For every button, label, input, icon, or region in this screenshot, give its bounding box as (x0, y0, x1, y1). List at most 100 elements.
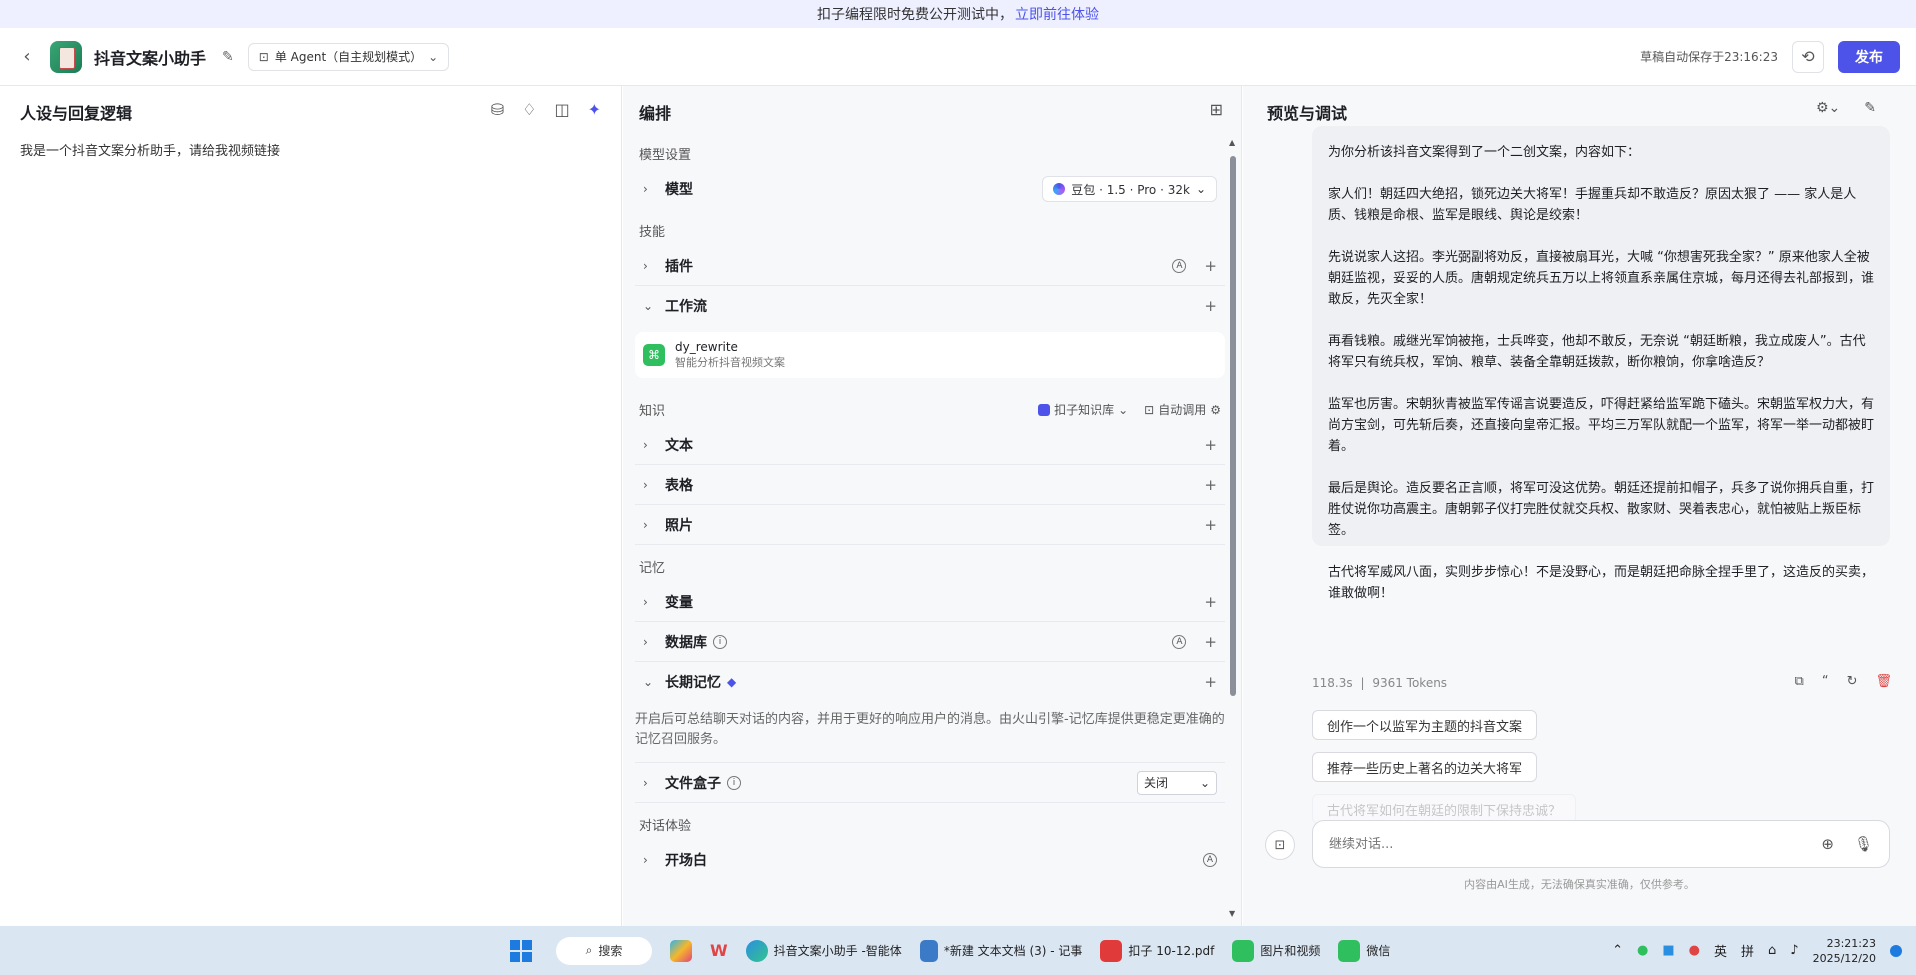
memory-section-label: 记忆 (639, 561, 666, 576)
auto-call-setting[interactable]: ⊡ 自动调用 ⚙ (1144, 401, 1221, 418)
plugin-row[interactable]: › 插件 A + (635, 246, 1225, 286)
add-plugin-icon[interactable]: + (1204, 257, 1217, 275)
autosave-status: 草稿自动保存于23:16:23 (1640, 50, 1778, 64)
debug-settings-icon[interactable]: ⚙⌄ (1816, 100, 1840, 116)
database-label: 数据库 (665, 634, 707, 651)
compare-icon[interactable]: ◫ (554, 100, 569, 119)
suggestion-1[interactable]: 创作一个以监军为主题的抖音文案 (1312, 710, 1538, 740)
ime-mode[interactable]: 拼 (1741, 941, 1754, 960)
bot-name: 抖音文案小助手 (94, 48, 207, 68)
notification-icon[interactable] (1890, 944, 1902, 957)
tip-icon[interactable]: ♢ (522, 100, 536, 119)
taskbar-search[interactable]: ⌕ 搜索 (556, 936, 652, 965)
taskbar-clock[interactable]: 23:21:23 2025/12/20 (1813, 936, 1876, 966)
knowledge-section-label: 知识 (639, 404, 666, 419)
taskbar-app-pdf[interactable]: 扣子 10-12.pdf (1100, 939, 1214, 962)
diamond-icon: ◆ (727, 675, 737, 689)
publish-button[interactable]: 发布 (1838, 40, 1900, 73)
filebox-row[interactable]: › 文件盒子 i 关闭 ⌄ (635, 763, 1225, 803)
microphone-icon[interactable]: 🎙 (1854, 835, 1873, 853)
photo-row[interactable]: › 照片 + (635, 505, 1225, 545)
notepad-icon (919, 939, 938, 962)
longterm-memory-label: 长期记忆 (665, 675, 721, 691)
search-icon: ⌕ (585, 943, 593, 957)
message-paragraph: 最后是舆论。造反要名正言顺，将军可没这优势。朝廷还提前扣帽子，兵多了说你拥兵自重… (1328, 481, 1875, 538)
scroll-thumb[interactable] (1230, 156, 1236, 696)
wrench-icon[interactable]: ✎ (1864, 100, 1876, 116)
optimize-icon[interactable]: ✦ (588, 100, 601, 119)
database-row[interactable]: › 数据库 i A + (635, 622, 1225, 662)
agent-mode-select[interactable]: ⊡ 单 Agent（自主规划模式） ⌄ (247, 42, 450, 71)
auto-icon[interactable]: A (1172, 634, 1187, 649)
workflow-card[interactable]: ⌘ dy_rewrite 智能分析抖音视频文案 (635, 332, 1225, 378)
edit-icon[interactable]: ✎ (222, 49, 234, 65)
opening-row[interactable]: › 开场白 A (635, 840, 1225, 880)
info-icon[interactable]: i (727, 775, 741, 790)
taskbar-wps[interactable]: W (710, 941, 728, 960)
taskbar-copilot[interactable] (670, 939, 692, 962)
taskbar-app-browser[interactable]: 抖音文案小助手 -智能体 (745, 939, 902, 962)
workflow-row[interactable]: ⌄ 工作流 + (635, 286, 1225, 326)
add-attachment-icon[interactable]: ⊕ (1821, 835, 1834, 853)
model-select[interactable]: 豆包 · 1.5 · Pro · 32k ⌄ (1042, 176, 1217, 202)
auto-icon[interactable]: A (1203, 853, 1217, 867)
windows-start-icon[interactable] (510, 939, 532, 962)
add-photo-icon[interactable]: + (1204, 516, 1217, 534)
taskbar-app-wechat[interactable]: 微信 (1338, 939, 1390, 962)
text-row[interactable]: › 文本 + (635, 425, 1225, 465)
add-longterm-icon[interactable]: + (1204, 673, 1217, 691)
chevron-down-icon: ⌄ (1118, 402, 1129, 417)
shortcut-icon[interactable]: ⊡ (1265, 830, 1295, 860)
layout-grid-icon[interactable]: ⊞ (1210, 100, 1223, 119)
table-label: 表格 (665, 477, 693, 494)
delete-icon[interactable]: 🗑 (1875, 674, 1892, 689)
ime-lang[interactable]: 英 (1714, 941, 1727, 960)
longterm-memory-desc: 开启后可总结聊天对话的内容，并用于更好的响应用户的消息。由火山引擎-记忆库提供更… (635, 702, 1225, 763)
taskbar-search-label: 搜索 (598, 944, 623, 958)
network-icon[interactable]: ⌂ (1768, 943, 1776, 958)
longterm-memory-row[interactable]: ⌄ 长期记忆 ◆ + (635, 662, 1225, 702)
add-workflow-icon[interactable]: + (1204, 297, 1217, 315)
persona-text[interactable]: 我是一个抖音文案分析助手，请给我视频链接 (20, 140, 280, 159)
variable-row[interactable]: › 变量 + (635, 582, 1225, 622)
app2-tray-icon[interactable]: ● (1689, 943, 1700, 958)
knowledge-base-icon (1038, 403, 1051, 416)
auto-icon[interactable]: A (1172, 258, 1187, 273)
history-icon[interactable]: ⟲ (1792, 40, 1824, 73)
chat-input[interactable] (1329, 836, 1802, 852)
info-icon[interactable]: i (713, 634, 727, 649)
wechat-tray-icon[interactable]: ● (1637, 943, 1648, 958)
workflow-label: 工作流 (665, 299, 707, 315)
tray-expand-icon[interactable]: ⌃ (1612, 943, 1623, 958)
scroll-up-icon[interactable]: ▲ (1229, 138, 1235, 147)
app-tray-icon[interactable]: ■ (1662, 943, 1674, 958)
taskbar-app-photos[interactable]: 图片和视频 (1232, 939, 1320, 962)
windows-taskbar: ⌕ 搜索 W 抖音文案小助手 -智能体 *新建 文本文档 (3) - 记事 扣子… (0, 926, 1916, 975)
text-label: 文本 (665, 437, 693, 454)
add-variable-icon[interactable]: + (1204, 593, 1217, 611)
volume-icon[interactable]: ♪ (1790, 943, 1798, 958)
filebox-select[interactable]: 关闭 ⌄ (1137, 770, 1217, 795)
back-arrow-icon[interactable]: ‹ (16, 46, 38, 68)
regenerate-icon[interactable]: ↻ (1847, 674, 1858, 689)
add-database-icon[interactable]: + (1204, 633, 1217, 651)
prompt-library-icon[interactable]: ⛁ (491, 100, 504, 119)
scroll-down-icon[interactable]: ▼ (1229, 909, 1235, 918)
model-row[interactable]: › 模型 豆包 · 1.5 · Pro · 32k ⌄ (635, 169, 1225, 209)
arrange-scrollbar[interactable]: ▲ ▼ (1229, 138, 1237, 918)
ai-disclaimer: 内容由AI生成，无法确保真实准确，仅供参考。 (1464, 878, 1695, 891)
chevron-down-icon: ⌄ (1195, 182, 1206, 196)
add-text-icon[interactable]: + (1204, 436, 1217, 454)
arrange-panel: 编排 ⊞ 模型设置 › 模型 豆包 · 1.5 · Pro · 32k ⌄ 技能… (623, 86, 1242, 926)
bot-avatar[interactable] (50, 40, 82, 73)
preview-panel: 预览与调试 ⚙⌄ ✎ 为你分析该抖音文案得到了一个二创文案，内容如下： 家人们！… (1243, 86, 1916, 926)
add-table-icon[interactable]: + (1204, 476, 1217, 494)
knowledge-section: 知识 扣子知识库 ⌄ ⊡ 自动调用 ⚙ (635, 388, 1225, 425)
copy-icon[interactable]: ⧉ (1795, 674, 1804, 689)
quote-icon[interactable]: “ (1822, 674, 1829, 689)
taskbar-app-notepad[interactable]: *新建 文本文档 (3) - 记事 (919, 939, 1082, 962)
knowledge-base-select[interactable]: 扣子知识库 ⌄ (1038, 401, 1128, 418)
suggestion-2[interactable]: 推荐一些历史上著名的边关大将军 (1312, 752, 1538, 782)
banner-link[interactable]: 立即前往体验 (1015, 4, 1099, 24)
table-row[interactable]: › 表格 + (635, 465, 1225, 505)
